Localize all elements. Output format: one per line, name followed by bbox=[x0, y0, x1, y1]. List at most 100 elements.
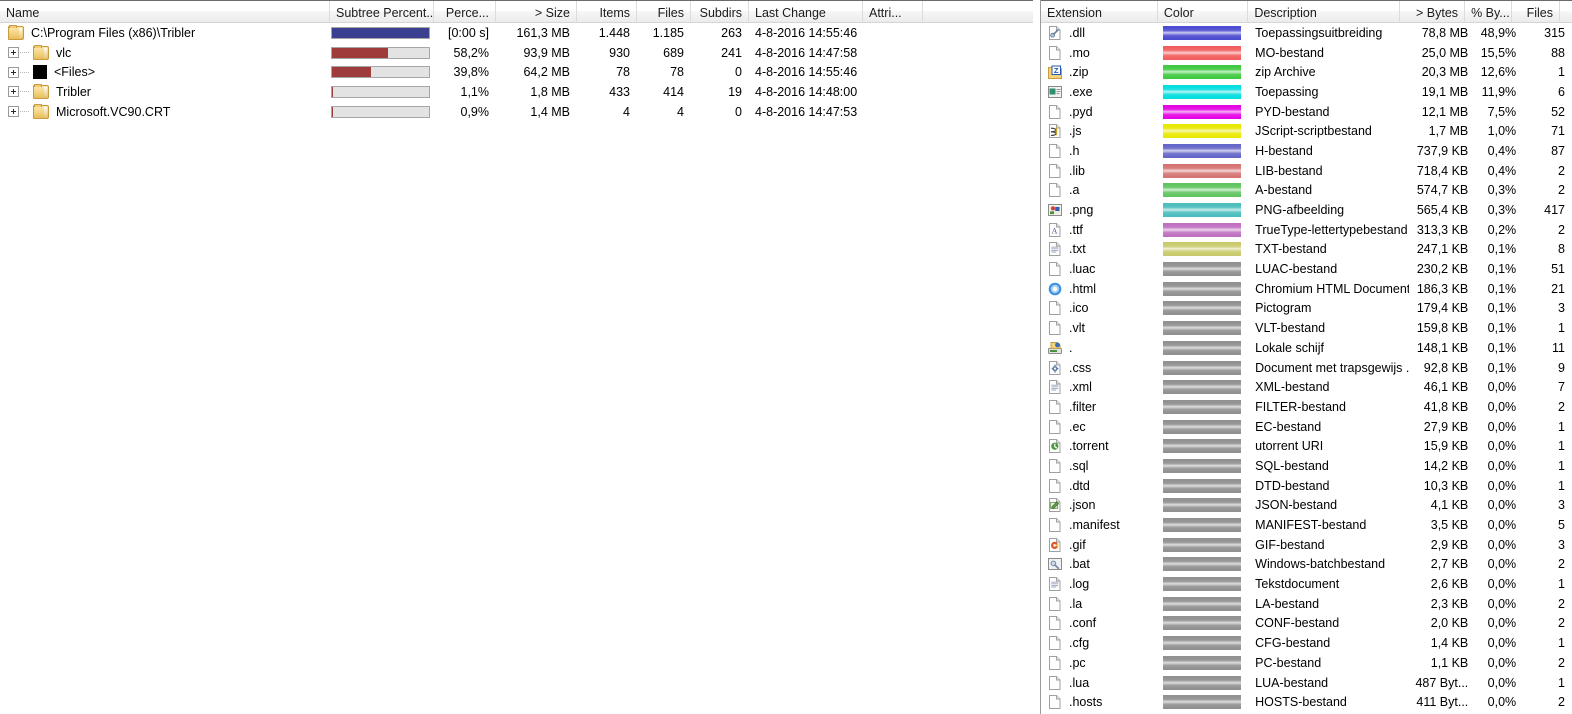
panel-splitter[interactable] bbox=[1033, 0, 1040, 714]
extension-percent: 0,0% bbox=[1487, 518, 1517, 533]
extension-row[interactable]: .bat Windows-batchbestand 2,7 KB 0,0% 2 bbox=[1041, 555, 1572, 575]
extension-color-swatch bbox=[1162, 104, 1241, 119]
extension-row[interactable]: .h H-bestand 737,9 KB 0,4% 87 bbox=[1041, 141, 1572, 161]
extension-row[interactable]: .js JScript-scriptbestand 1,7 MB 1,0% 71 bbox=[1041, 121, 1572, 141]
tree-col-subdirs[interactable]: Subdirs bbox=[691, 1, 749, 22]
extension-row[interactable]: .luac LUAC-bestand 230,2 KB 0,1% 51 bbox=[1041, 259, 1572, 279]
gear-doc-icon bbox=[1047, 360, 1063, 376]
svg-text:Z: Z bbox=[1054, 66, 1059, 75]
extension-color-swatch bbox=[1162, 45, 1241, 60]
tree-col-files[interactable]: Files bbox=[637, 1, 691, 22]
extension-files: 1 bbox=[1558, 321, 1565, 336]
extension-percent: 0,1% bbox=[1487, 262, 1517, 277]
extension-color-swatch bbox=[1162, 242, 1241, 257]
extension-bytes: 41,8 KB bbox=[1423, 399, 1469, 414]
tree-row-percent: [0:00 s] bbox=[448, 25, 489, 40]
tree-row[interactable]: Tribler 1,1% 1,8 MB 433 414 19 4-8-2016 14:48:… bbox=[0, 82, 1033, 102]
extension-row[interactable]: .filter FILTER-bestand 41,8 KB 0,0% 2 bbox=[1041, 397, 1572, 417]
ext-col-pct[interactable]: % By... bbox=[1465, 1, 1513, 22]
windirstat-window: Name Subtree Percent... Perce... > Size Item… bbox=[0, 0, 1572, 714]
extension-row[interactable]: .manifest MANIFEST-bestand 3,5 KB 0,0% 5 bbox=[1041, 515, 1572, 535]
tree-col-change[interactable]: Last Change bbox=[749, 1, 863, 22]
extension-row[interactable]: .dtd DTD-bestand 10,3 KB 0,0% 1 bbox=[1041, 476, 1572, 496]
subtree-percent-bar bbox=[331, 46, 430, 59]
tree-row[interactable]: C:\Program Files (x86)\Tribler [0:00 s] 16… bbox=[0, 23, 1033, 43]
tree-col-percent[interactable]: Perce... bbox=[434, 1, 496, 22]
extension-row[interactable]: .conf CONF-bestand 2,0 KB 0,0% 2 bbox=[1041, 614, 1572, 634]
extension-color-swatch bbox=[1162, 695, 1241, 710]
extension-files: 1 bbox=[1558, 439, 1565, 454]
tree-col-size[interactable]: > Size bbox=[496, 1, 577, 22]
extension-row[interactable]: .la LA-bestand 2,3 KB 0,0% 2 bbox=[1041, 594, 1572, 614]
extension-percent: 0,0% bbox=[1487, 557, 1517, 572]
extension-description: LIB-bestand bbox=[1255, 163, 1323, 178]
extension-files: 9 bbox=[1558, 360, 1565, 375]
extension-row[interactable]: .dll Toepassingsuitbreiding 78,8 MB 48,9% 31… bbox=[1041, 23, 1572, 43]
tree-row-last-change: 4-8-2016 14:47:58 bbox=[755, 45, 858, 60]
extension-row[interactable]: Z .zip zip Archive 20,3 MB 12,6% 1 bbox=[1041, 62, 1572, 82]
blank-doc-icon bbox=[1047, 104, 1063, 120]
tree-expander[interactable] bbox=[8, 66, 19, 78]
blank-doc-icon bbox=[1047, 655, 1063, 671]
tree-row[interactable]: vlc 58,2% 93,9 MB 930 689 241 4-8-2016 14:47:5… bbox=[0, 43, 1033, 63]
tree-col-items[interactable]: Items bbox=[577, 1, 637, 22]
extension-row[interactable]: A .ttf TrueType-lettertypebestand 313,3 KB 0… bbox=[1041, 220, 1572, 240]
extension-files: 3 bbox=[1558, 537, 1565, 552]
extension-bytes: 14,2 KB bbox=[1423, 458, 1469, 473]
extension-row[interactable]: .exe Toepassing 19,1 MB 11,9% 6 bbox=[1041, 82, 1572, 102]
ext-col-color[interactable]: Color bbox=[1158, 1, 1249, 22]
extension-row[interactable]: .mo MO-bestand 25,0 MB 15,5% 88 bbox=[1041, 43, 1572, 63]
extension-name: .conf bbox=[1069, 616, 1097, 631]
extension-row[interactable]: .xml XML-bestand 46,1 KB 0,0% 7 bbox=[1041, 377, 1572, 397]
extension-row[interactable]: .log Tekstdocument 2,6 KB 0,0% 1 bbox=[1041, 574, 1572, 594]
extension-row[interactable]: .css Document met trapsgewijs ... 92,8 KB 0… bbox=[1041, 358, 1572, 378]
extension-row[interactable]: .torrent utorrent URI 15,9 KB 0,0% 1 bbox=[1041, 436, 1572, 456]
extension-bytes: 186,3 KB bbox=[1416, 281, 1469, 296]
extension-row[interactable]: .txt TXT-bestand 247,1 KB 0,1% 8 bbox=[1041, 240, 1572, 260]
extension-row[interactable]: . Lokale schijf 148,1 KB 0,1% 11 bbox=[1041, 338, 1572, 358]
tree-row[interactable]: <Files> 39,8% 64,2 MB 78 78 0 4-8-2016 14:55:4… bbox=[0, 62, 1033, 82]
extension-row[interactable]: .ec EC-bestand 27,9 KB 0,0% 1 bbox=[1041, 417, 1572, 437]
extension-row[interactable]: .pc PC-bestand 1,1 KB 0,0% 2 bbox=[1041, 653, 1572, 673]
blank-doc-icon bbox=[1047, 320, 1063, 336]
extension-row[interactable]: .json JSON-bestand 4,1 KB 0,0% 3 bbox=[1041, 496, 1572, 516]
ext-col-desc[interactable]: Description bbox=[1248, 1, 1401, 22]
extension-row[interactable]: .cfg CFG-bestand 1,4 KB 0,0% 1 bbox=[1041, 633, 1572, 653]
extension-color-swatch bbox=[1162, 636, 1241, 651]
subtree-percent-bar bbox=[331, 66, 430, 79]
extension-row[interactable]: .lib LIB-bestand 718,4 KB 0,4% 2 bbox=[1041, 161, 1572, 181]
ext-col-files[interactable]: Files bbox=[1512, 1, 1560, 22]
extension-row[interactable]: .html Chromium HTML Document 186,3 KB 0,1% 2… bbox=[1041, 279, 1572, 299]
extension-row[interactable]: .vlt VLT-bestand 159,8 KB 0,1% 1 bbox=[1041, 318, 1572, 338]
tree-row-last-change: 4-8-2016 14:47:53 bbox=[755, 104, 858, 119]
extension-color-swatch bbox=[1162, 222, 1241, 237]
extension-row[interactable]: .a A-bestand 574,7 KB 0,3% 2 bbox=[1041, 181, 1572, 201]
extension-row[interactable]: .sql SQL-bestand 14,2 KB 0,0% 1 bbox=[1041, 456, 1572, 476]
extension-percent: 0,0% bbox=[1487, 439, 1517, 454]
extension-bytes: 2,7 KB bbox=[1430, 557, 1469, 572]
tree-expander[interactable] bbox=[8, 86, 19, 98]
tree-row-last-change: 4-8-2016 14:55:46 bbox=[755, 65, 858, 80]
tree-row[interactable]: Microsoft.VC90.CRT 0,9% 1,4 MB 4 4 0 4-8-2016 … bbox=[0, 102, 1033, 122]
extension-bytes: 718,4 KB bbox=[1416, 163, 1469, 178]
tree-col-subtree[interactable]: Subtree Percent... bbox=[330, 1, 434, 22]
ext-col-ext[interactable]: Extension bbox=[1041, 1, 1158, 22]
extension-files: 51 bbox=[1551, 262, 1565, 277]
extension-percent: 0,0% bbox=[1487, 675, 1517, 690]
extension-row[interactable]: .gif GIF-bestand 2,9 KB 0,0% 3 bbox=[1041, 535, 1572, 555]
ext-col-bytes[interactable]: > Bytes bbox=[1400, 1, 1466, 22]
extension-name: .h bbox=[1069, 143, 1080, 158]
tree-col-name[interactable]: Name bbox=[0, 1, 330, 22]
extension-row[interactable]: .ico Pictogram 179,4 KB 0,1% 3 bbox=[1041, 299, 1572, 319]
tree-col-attr[interactable]: Attri... bbox=[863, 1, 923, 22]
tree-expander[interactable] bbox=[8, 106, 19, 118]
extension-row[interactable]: .hosts HOSTS-bestand 411 Byt... 0,0% 2 bbox=[1041, 692, 1572, 712]
extension-files: 1 bbox=[1558, 458, 1565, 473]
extension-row[interactable]: .pyd PYD-bestand 12,1 MB 7,5% 52 bbox=[1041, 102, 1572, 122]
extension-row[interactable]: .lua LUA-bestand 487 Byt... 0,0% 1 bbox=[1041, 673, 1572, 693]
extension-files: 2 bbox=[1558, 163, 1565, 178]
tree-expander[interactable] bbox=[8, 47, 19, 59]
extension-description: A-bestand bbox=[1255, 183, 1313, 198]
extension-percent: 0,0% bbox=[1487, 695, 1517, 710]
extension-row[interactable]: .png PNG-afbeelding 565,4 KB 0,3% 417 bbox=[1041, 200, 1572, 220]
